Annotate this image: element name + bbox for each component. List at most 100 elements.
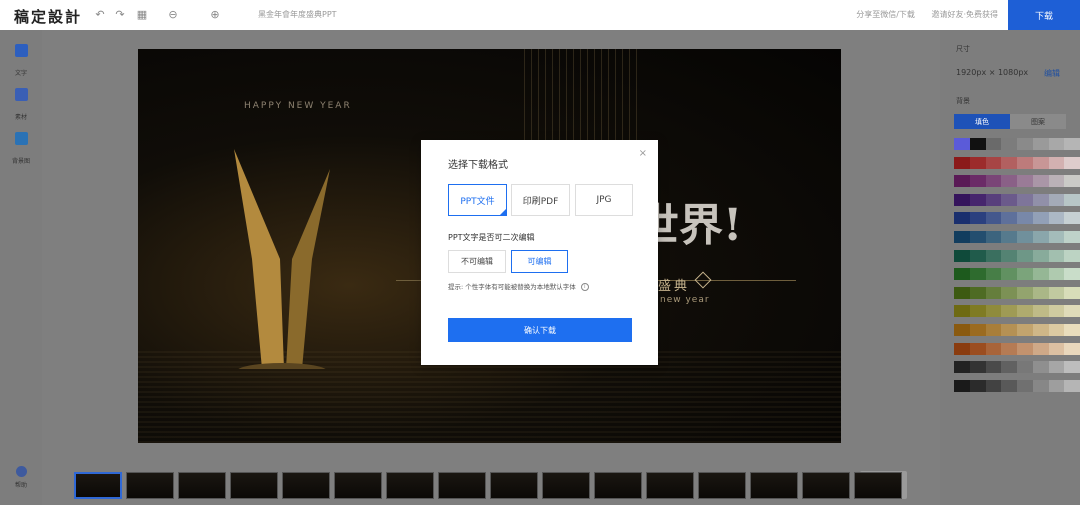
editable-button[interactable]: 可编辑 (511, 250, 568, 273)
slide-thumbnail[interactable] (802, 472, 850, 499)
color-swatch[interactable] (1032, 268, 1049, 281)
zoom-in-icon[interactable]: ⊕ (208, 8, 222, 22)
color-swatch[interactable] (1048, 361, 1065, 374)
color-swatch[interactable] (1064, 342, 1080, 355)
color-swatch[interactable] (1017, 342, 1033, 355)
color-swatch[interactable] (954, 249, 970, 262)
color-swatch[interactable] (1032, 379, 1049, 392)
slide-thumbnail[interactable] (750, 472, 798, 499)
color-swatch[interactable] (1032, 212, 1049, 225)
color-swatch[interactable] (1064, 286, 1080, 299)
color-swatch[interactable] (1001, 249, 1017, 262)
color-swatch[interactable] (985, 193, 1002, 206)
color-swatch[interactable] (1048, 249, 1065, 262)
color-swatch[interactable] (969, 342, 986, 355)
color-swatch[interactable] (954, 212, 970, 225)
slide-thumbnail[interactable] (854, 472, 902, 499)
color-swatch[interactable] (985, 268, 1002, 281)
color-swatch[interactable] (969, 268, 986, 281)
color-swatch[interactable] (1032, 175, 1049, 188)
color-swatch[interactable] (1048, 193, 1065, 206)
color-swatch[interactable] (1017, 212, 1033, 225)
color-swatch[interactable] (954, 193, 970, 206)
slide-thumbnail[interactable] (438, 472, 486, 499)
tab-fill[interactable]: 填色 (954, 114, 1010, 129)
color-swatch[interactable] (1032, 324, 1049, 336)
color-swatch[interactable] (954, 231, 970, 243)
color-swatch[interactable] (954, 361, 970, 374)
slide-thumbnail[interactable] (594, 472, 642, 499)
color-swatch[interactable] (1048, 379, 1065, 392)
subtitle-text[interactable]: 盛典 (658, 275, 690, 294)
color-swatch[interactable] (985, 361, 1002, 374)
confirm-download-button[interactable]: 确认下载 (448, 318, 632, 342)
color-swatch[interactable] (1032, 286, 1049, 299)
color-swatch[interactable] (1064, 305, 1080, 318)
color-swatch[interactable] (969, 175, 986, 188)
help-button[interactable]: 帮助 (0, 466, 42, 489)
color-swatch[interactable] (1064, 156, 1080, 169)
color-swatch[interactable] (954, 324, 970, 336)
color-swatch[interactable] (1064, 212, 1080, 225)
color-swatch[interactable] (1048, 175, 1065, 188)
happy-new-year-text[interactable]: HAPPY NEW YEAR (244, 101, 352, 111)
color-swatch[interactable] (1032, 138, 1049, 150)
download-button[interactable]: 下载 (1008, 0, 1080, 30)
color-swatch[interactable] (985, 212, 1002, 225)
color-swatch[interactable] (1048, 305, 1065, 318)
not-editable-button[interactable]: 不可编辑 (448, 250, 506, 273)
color-swatch[interactable] (1048, 156, 1065, 169)
color-swatch[interactable] (954, 379, 970, 392)
color-swatch[interactable] (985, 156, 1002, 169)
slide-thumbnail[interactable] (230, 472, 278, 499)
color-swatch[interactable] (1001, 324, 1017, 336)
color-swatch[interactable] (1017, 249, 1033, 262)
color-swatch[interactable] (1064, 379, 1080, 392)
color-swatch[interactable] (969, 212, 986, 225)
color-swatch[interactable] (1017, 286, 1033, 299)
slide-thumbnail[interactable] (490, 472, 538, 499)
color-swatch[interactable] (1017, 324, 1033, 336)
color-swatch[interactable] (969, 193, 986, 206)
app-logo[interactable]: 稿定設計 (14, 6, 82, 27)
sidebar-item-text[interactable]: 文字 (0, 44, 42, 79)
layers-icon[interactable]: ▦ (135, 8, 149, 22)
color-swatch[interactable] (1017, 193, 1033, 206)
color-swatch[interactable] (969, 305, 986, 318)
color-swatch[interactable] (969, 379, 986, 392)
color-swatch[interactable] (1048, 324, 1065, 336)
share-link[interactable]: 分享至微信/下载 (856, 10, 915, 19)
color-swatch[interactable] (954, 342, 970, 355)
slide-thumbnail[interactable] (542, 472, 590, 499)
color-swatch[interactable] (1048, 286, 1065, 299)
color-swatch[interactable] (954, 138, 970, 150)
color-swatch[interactable] (954, 175, 970, 188)
color-swatch[interactable] (1017, 138, 1033, 150)
color-swatch[interactable] (1017, 175, 1033, 188)
english-text[interactable]: new year (660, 295, 710, 305)
undo-icon[interactable]: ↶ (93, 8, 107, 22)
color-swatch[interactable] (1032, 193, 1049, 206)
color-swatch[interactable] (1001, 175, 1017, 188)
color-swatch[interactable] (954, 286, 970, 299)
sidebar-item-background[interactable]: 背景图 (0, 132, 42, 167)
color-swatch[interactable] (954, 305, 970, 318)
slide-thumbnail[interactable] (178, 472, 226, 499)
color-swatch[interactable] (969, 156, 986, 169)
zoom-out-icon[interactable]: ⊖ (166, 8, 180, 22)
color-swatch[interactable] (1064, 324, 1080, 336)
color-swatch[interactable] (985, 286, 1002, 299)
color-swatch[interactable] (954, 268, 970, 281)
color-swatch[interactable] (969, 286, 986, 299)
format-jpg-button[interactable]: JPG (575, 184, 633, 216)
color-swatch[interactable] (1001, 212, 1017, 225)
slide-thumbnail[interactable] (646, 472, 694, 499)
color-swatch[interactable] (954, 156, 970, 169)
slide-thumbnail[interactable] (74, 472, 122, 499)
color-swatch[interactable] (1048, 342, 1065, 355)
color-swatch[interactable] (1001, 342, 1017, 355)
color-swatch[interactable] (969, 324, 986, 336)
color-swatch[interactable] (1001, 231, 1017, 243)
color-swatch[interactable] (969, 138, 986, 150)
color-swatch[interactable] (1064, 231, 1080, 243)
